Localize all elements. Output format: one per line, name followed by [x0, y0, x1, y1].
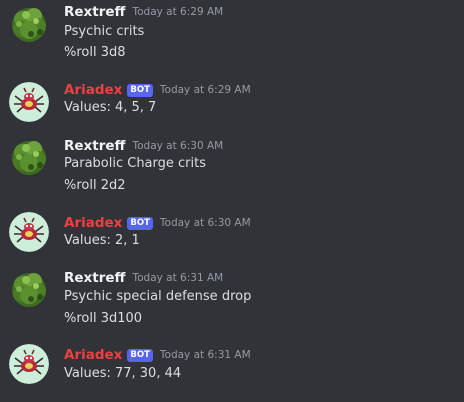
timestamp: Today at 6:29 AM — [159, 84, 251, 96]
message-text: Values: 4, 5, 7 — [64, 100, 157, 115]
bot-tag: BOT — [127, 348, 153, 362]
message-text: Parabolic Charge crits — [64, 156, 206, 171]
username[interactable]: Ariadex — [64, 82, 122, 98]
username[interactable]: Ariadex — [64, 347, 122, 363]
avatar[interactable] — [9, 212, 49, 252]
message-text: Values: 77, 30, 44 — [64, 366, 182, 381]
message-text: %roll 3d8 — [64, 45, 126, 60]
ariados-icon — [9, 212, 49, 252]
bot-tag: BOT — [127, 83, 153, 97]
ariados-icon — [9, 82, 49, 122]
timestamp: Today at 6:30 AM — [132, 140, 224, 152]
ariados-icon — [9, 344, 49, 384]
bush-icon — [9, 137, 49, 177]
timestamp: Today at 6:30 AM — [159, 217, 251, 229]
bush-icon — [9, 269, 49, 309]
timestamp: Today at 6:31 AM — [159, 349, 251, 361]
message-text: Psychic crits — [64, 24, 145, 39]
message-text: %roll 2d2 — [64, 178, 126, 193]
avatar[interactable] — [9, 269, 49, 309]
message-text: %roll 3d100 — [64, 311, 143, 326]
avatar[interactable] — [9, 344, 49, 384]
timestamp: Today at 6:29 AM — [132, 6, 224, 18]
avatar[interactable] — [9, 4, 49, 44]
username[interactable]: Rextreff — [64, 138, 125, 154]
username[interactable]: Rextreff — [64, 4, 125, 20]
timestamp: Today at 6:31 AM — [132, 272, 224, 284]
message-text: Values: 2, 1 — [64, 233, 140, 248]
avatar[interactable] — [9, 137, 49, 177]
username[interactable]: Rextreff — [64, 270, 125, 286]
avatar[interactable] — [9, 82, 49, 122]
bot-tag: BOT — [127, 216, 153, 230]
bush-icon — [9, 4, 49, 44]
message-text: Psychic special defense drop — [64, 289, 252, 304]
username[interactable]: Ariadex — [64, 215, 122, 231]
